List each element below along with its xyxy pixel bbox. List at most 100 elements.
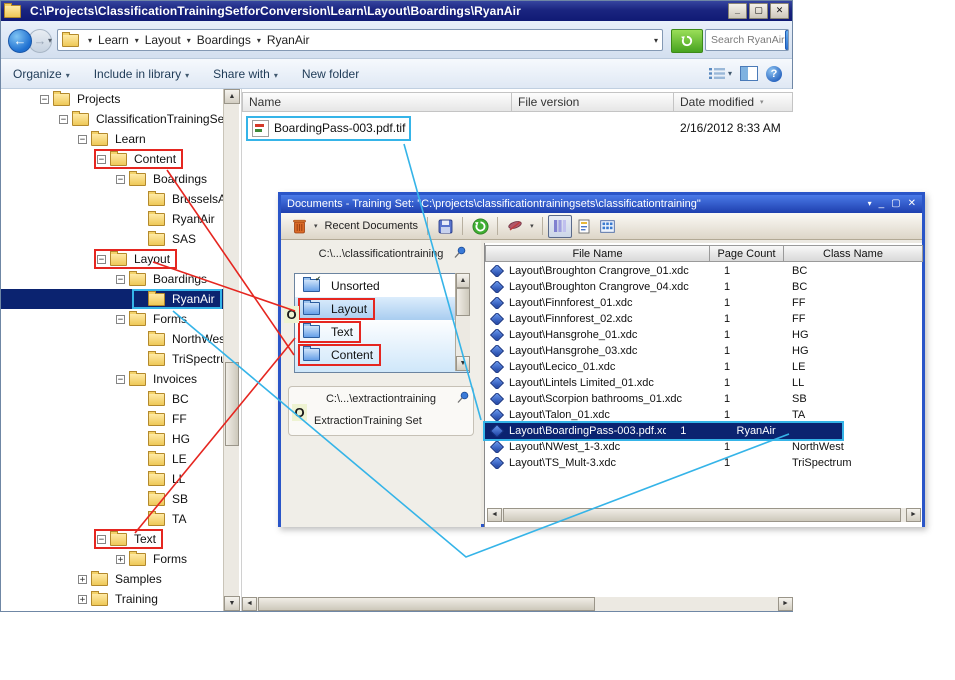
tree-item-boardings[interactable]: −Boardings: [1, 169, 223, 189]
tree-item-invoices[interactable]: −Invoices: [1, 369, 223, 389]
table-row-layout-finnforest-02-xdc[interactable]: Layout\Finnforest_02.xdc1FF: [485, 311, 923, 327]
collapse-toggle-icon[interactable]: −: [116, 315, 125, 324]
breadcrumb-item-learn[interactable]: Learn: [96, 33, 131, 47]
explorer-titlebar[interactable]: C:\Projects\ClassificationTrainingSetfor…: [1, 1, 792, 21]
scroll-thumb[interactable]: [225, 362, 239, 446]
column-header-file-version[interactable]: File version: [512, 92, 674, 112]
table-row-layout-boardingpass-003-pdf-xdc[interactable]: Layout\BoardingPass-003.pdf.xdc1RyanAir: [485, 423, 842, 439]
class-list-scrollbar[interactable]: ▲ ▼: [455, 273, 470, 371]
tree-item-learn[interactable]: −Learn: [1, 129, 223, 149]
close-button[interactable]: ✕: [908, 197, 916, 211]
scroll-up-button[interactable]: ▲: [456, 273, 470, 288]
address-dropdown-icon[interactable]: ▾: [654, 36, 658, 45]
tree-item-hg[interactable]: HG: [1, 429, 223, 449]
collapse-toggle-icon[interactable]: −: [59, 115, 68, 124]
scroll-up-button[interactable]: ▲: [224, 89, 240, 104]
toolbar-item-new-folder[interactable]: New folder: [290, 63, 371, 85]
stamp-dropdown-icon[interactable]: ▾: [530, 222, 534, 230]
tree-item-boardings[interactable]: −Boardings: [1, 269, 223, 289]
scroll-right-button[interactable]: ►: [906, 508, 921, 522]
stamp-tool-button[interactable]: [503, 215, 527, 238]
scroll-thumb[interactable]: [258, 597, 595, 611]
delete-dropdown-icon[interactable]: ▾: [314, 222, 318, 230]
search-input[interactable]: Search RyanAir: [705, 29, 789, 51]
table-header-file-name[interactable]: File Name: [485, 245, 710, 262]
search-button[interactable]: [785, 30, 789, 50]
scroll-thumb[interactable]: [456, 288, 470, 316]
collapse-toggle-icon[interactable]: −: [40, 95, 49, 104]
pushpin-icon[interactable]: [453, 246, 466, 259]
extraction-set-group[interactable]: C:\...\extractiontraining ExtractionTrai…: [288, 386, 474, 436]
tree-item-samples[interactable]: +Samples: [1, 569, 223, 589]
preview-pane-button[interactable]: [740, 66, 758, 81]
table-row-layout-hansgrohe-01-xdc[interactable]: Layout\Hansgrohe_01.xdc1HG: [485, 327, 923, 343]
table-header-page-count[interactable]: Page Count: [710, 245, 784, 262]
tree-item-layout[interactable]: −Layout: [1, 249, 223, 269]
tree-item-ta[interactable]: TA: [1, 509, 223, 529]
class-item-content[interactable]: Content: [295, 343, 469, 366]
tree-vertical-scrollbar[interactable]: ▲ ▼: [223, 89, 239, 611]
table-row-layout-finnforest-01-xdc[interactable]: Layout\Finnforest_01.xdc1FF: [485, 295, 923, 311]
collapse-toggle-icon[interactable]: −: [97, 535, 106, 544]
breadcrumb-item-ryanair[interactable]: RyanAir: [265, 33, 312, 47]
table-row-layout-talon-01-xdc[interactable]: Layout\Talon_01.xdc1TA: [485, 407, 923, 423]
tree-item-sb[interactable]: SB: [1, 489, 223, 509]
scroll-down-button[interactable]: ▼: [224, 596, 240, 611]
class-item-unsorted[interactable]: Unsorted: [295, 274, 469, 297]
delete-button[interactable]: [287, 215, 311, 238]
tree-item-ll[interactable]: LL: [1, 469, 223, 489]
tree-item-sas[interactable]: SAS: [1, 229, 223, 249]
collapse-toggle-icon[interactable]: −: [97, 155, 106, 164]
document-view-button[interactable]: [572, 215, 596, 238]
toolbar-item-organize[interactable]: Organize▾: [1, 63, 82, 85]
tree-item-ff[interactable]: FF: [1, 409, 223, 429]
minimize-button[interactable]: _: [728, 3, 747, 19]
scroll-left-button[interactable]: ◄: [487, 508, 502, 522]
pushpin-icon[interactable]: [456, 391, 469, 404]
close-button[interactable]: ✕: [770, 3, 789, 19]
table-row-layout-broughton-crangrove-01-xdc[interactable]: Layout\Broughton Crangrove_01.xdc1BC: [485, 263, 923, 279]
tree-item-forms[interactable]: +Forms: [1, 549, 223, 569]
collapse-toggle-icon[interactable]: −: [116, 175, 125, 184]
collapse-toggle-icon[interactable]: −: [78, 135, 87, 144]
tree-item-forms[interactable]: −Forms: [1, 309, 223, 329]
refresh-button[interactable]: [671, 29, 703, 53]
expand-toggle-icon[interactable]: +: [78, 575, 87, 584]
toolbar-item-share-with[interactable]: Share with▾: [201, 63, 290, 85]
collapse-toggle-icon[interactable]: −: [116, 275, 125, 284]
breadcrumb-item-boardings[interactable]: Boardings: [195, 33, 253, 47]
tree-item-trispectrum[interactable]: TriSpectrum: [1, 349, 223, 369]
table-row-layout-lecico-01-xdc[interactable]: Layout\Lecico_01.xdc1LE: [485, 359, 923, 375]
tree-item-projects[interactable]: −Projects: [1, 89, 223, 109]
class-item-layout[interactable]: Layout: [295, 297, 469, 320]
history-dropdown-icon[interactable]: ▾: [48, 36, 52, 45]
recent-documents-menu[interactable]: Recent Documents: [325, 220, 419, 232]
class-item-text[interactable]: Text: [295, 320, 469, 343]
table-row-layout-nwest-1-3-xdc[interactable]: Layout\NWest_1-3.xdc1NorthWest: [485, 439, 923, 455]
change-view-button[interactable]: ▾: [709, 67, 732, 80]
table-row-layout-scorpion-bathrooms-01-xdc[interactable]: Layout\Scorpion bathrooms_01.xdc1SB: [485, 391, 923, 407]
files-horizontal-scrollbar[interactable]: ◄ ►: [242, 597, 793, 611]
tree-item-text[interactable]: −Text: [1, 529, 223, 549]
tree-item-content[interactable]: −Content: [1, 149, 223, 169]
collapse-toggle-icon[interactable]: −: [97, 255, 106, 264]
tree-item-ryanair[interactable]: RyanAir: [1, 209, 223, 229]
tree-item-training[interactable]: +Training: [1, 589, 223, 609]
column-view-button[interactable]: [548, 215, 572, 238]
window-menu-icon[interactable]: ▾: [868, 197, 872, 211]
table-header-class-name[interactable]: Class Name: [784, 245, 923, 262]
column-header-date-modified[interactable]: Date modified▾: [674, 92, 793, 112]
scroll-down-button[interactable]: ▼: [456, 356, 470, 371]
file-item[interactable]: BoardingPass-003.pdf.tif: [248, 118, 409, 139]
tree-item-ryanair[interactable]: RyanAir: [1, 289, 223, 309]
table-row-layout-lintels-limited-01-xdc[interactable]: Layout\Lintels Limited_01.xdc1LL: [485, 375, 923, 391]
views-dropdown-icon[interactable]: ▾: [728, 69, 732, 78]
collapse-toggle-icon[interactable]: −: [116, 375, 125, 384]
training-set-titlebar[interactable]: Documents - Training Set: "C:\projects\c…: [281, 195, 922, 213]
tree-item-brusselsairlines[interactable]: BrusselsAirlines: [1, 189, 223, 209]
table-row-layout-ts-mult-3-xdc[interactable]: Layout\TS_Mult-3.xdc1TriSpectrum: [485, 455, 923, 471]
tree-item-le[interactable]: LE: [1, 449, 223, 469]
table-row-layout-broughton-crangrove-04-xdc[interactable]: Layout\Broughton Crangrove_04.xdc1BC: [485, 279, 923, 295]
save-button[interactable]: [433, 215, 457, 238]
expand-toggle-icon[interactable]: +: [116, 555, 125, 564]
